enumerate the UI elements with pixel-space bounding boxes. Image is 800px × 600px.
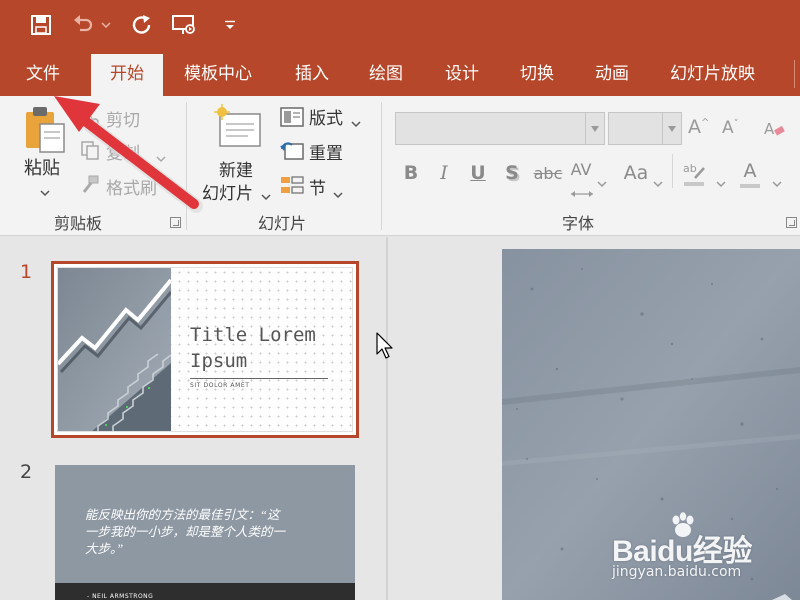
slide1-subtitle: SIT DOLOR AMET bbox=[190, 382, 250, 389]
bold-button[interactable]: B bbox=[403, 162, 419, 184]
slide-number: 1 bbox=[20, 261, 33, 283]
section-button[interactable]: 节 bbox=[309, 174, 326, 199]
slide-thumbnail-pane: 1 Title Lorem Ipsum SIT DOLOR AMET 2 能反映… bbox=[0, 237, 386, 600]
undo-icon[interactable] bbox=[70, 10, 96, 40]
font-size-dropdown-icon[interactable] bbox=[662, 113, 681, 144]
font-size-combobox[interactable] bbox=[608, 112, 682, 145]
highlight-dropdown-icon[interactable] bbox=[716, 173, 726, 192]
tab-template-center[interactable]: 模板中心 bbox=[184, 52, 252, 96]
ribbon-home: 粘贴 剪切 复制 格式刷 剪贴板 新建 幻灯片 版式 重置 节 幻灯片 A^ A… bbox=[0, 96, 800, 236]
tab-draw[interactable]: 绘图 bbox=[369, 52, 403, 96]
underline-button[interactable]: U bbox=[469, 162, 487, 184]
watermark-url: jingyan.baidu.com bbox=[612, 564, 742, 580]
redo-icon[interactable] bbox=[126, 10, 156, 40]
save-icon[interactable] bbox=[26, 10, 56, 40]
group-separator bbox=[186, 102, 187, 230]
slides-group-label: 幻灯片 bbox=[258, 214, 307, 233]
reset-icon bbox=[280, 141, 304, 165]
svg-text:A: A bbox=[764, 120, 775, 138]
tab-transitions[interactable]: 切换 bbox=[520, 52, 554, 96]
clipboard-launcher-icon[interactable] bbox=[170, 217, 181, 228]
format-painter-icon bbox=[80, 175, 100, 199]
slide1-title-line1: Title Lorem bbox=[190, 324, 316, 346]
font-launcher-icon[interactable] bbox=[786, 217, 797, 228]
font-group-label: 字体 bbox=[562, 214, 595, 233]
font-color-button[interactable]: A bbox=[740, 160, 760, 182]
layout-icon bbox=[280, 107, 304, 131]
mouse-cursor-icon bbox=[376, 332, 393, 359]
strikethrough-button[interactable]: abc bbox=[533, 164, 563, 183]
spacing-dropdown-icon[interactable] bbox=[597, 173, 607, 192]
slide2-quote: 能反映出你的方法的最佳引文：“这 一步我的一小步，却是整个人类的一 大步。” bbox=[85, 507, 335, 558]
slide2-quote-line2: 一步我的一小步，却是整个人类的一 bbox=[85, 525, 286, 539]
font-color-swatch bbox=[740, 184, 760, 188]
slide1-title-rule bbox=[190, 378, 328, 379]
change-case-dropdown-icon[interactable] bbox=[653, 173, 663, 192]
cut-icon bbox=[80, 107, 100, 131]
layout-dropdown-icon[interactable] bbox=[351, 113, 361, 132]
tab-design[interactable]: 设计 bbox=[445, 52, 479, 96]
format-painter-button[interactable]: 格式刷 bbox=[106, 174, 157, 199]
slide1-title: Title Lorem Ipsum bbox=[190, 322, 316, 374]
tab-slideshow[interactable]: 幻灯片放映 bbox=[670, 52, 755, 96]
slide-number: 2 bbox=[20, 461, 33, 483]
ribbon-tabs: 文件 开始 模板中心 插入 绘图 设计 切换 动画 幻灯片放映 bbox=[0, 52, 800, 96]
paste-icon[interactable] bbox=[22, 104, 68, 154]
section-dropdown-icon[interactable] bbox=[333, 184, 343, 203]
stairs-graph-image bbox=[58, 268, 171, 431]
slide2-quote-line3: 大步。” bbox=[85, 542, 124, 556]
tab-overflow-divider bbox=[794, 60, 795, 88]
font-name-combobox[interactable] bbox=[395, 112, 605, 145]
copy-button[interactable]: 复制 bbox=[106, 139, 140, 164]
paste-dropdown-icon[interactable] bbox=[40, 182, 50, 201]
layout-button[interactable]: 版式 bbox=[309, 104, 343, 129]
reset-button[interactable]: 重置 bbox=[309, 139, 343, 164]
change-case-button[interactable]: Aa bbox=[621, 162, 651, 184]
decrease-font-size-icon[interactable]: A˅ bbox=[722, 118, 739, 138]
slide-thumbnail-2[interactable]: 能反映出你的方法的最佳引文：“这 一步我的一小步，却是整个人类的一 大步。” -… bbox=[55, 465, 355, 600]
font-color-dropdown-icon[interactable] bbox=[772, 173, 782, 192]
tab-home[interactable]: 开始 bbox=[91, 54, 163, 96]
italic-button[interactable]: I bbox=[436, 162, 452, 184]
copy-icon bbox=[80, 140, 100, 164]
slide-thumbnail-1[interactable]: Title Lorem Ipsum SIT DOLOR AMET bbox=[51, 261, 359, 438]
shadow-button[interactable]: S bbox=[503, 162, 521, 184]
clear-formatting-icon[interactable]: A bbox=[762, 118, 786, 144]
clipboard-group-label: 剪贴板 bbox=[54, 214, 103, 233]
spacing-arrow-icon bbox=[570, 182, 594, 201]
new-slide-button[interactable]: 幻灯片 bbox=[202, 179, 253, 204]
cut-button[interactable]: 剪切 bbox=[106, 106, 140, 131]
slideshow-icon[interactable] bbox=[168, 10, 200, 40]
undo-dropdown-icon[interactable] bbox=[98, 10, 114, 40]
section-icon bbox=[280, 176, 304, 200]
tab-file[interactable]: 文件 bbox=[26, 52, 60, 96]
font-name-dropdown-icon[interactable] bbox=[585, 113, 604, 144]
paste-button[interactable]: 粘贴 bbox=[24, 154, 60, 180]
copy-dropdown-icon[interactable] bbox=[156, 148, 166, 167]
slide2-quote-line1: 能反映出你的方法的最佳引文：“这 bbox=[85, 508, 280, 522]
increase-font-size-icon[interactable]: A^ bbox=[688, 116, 709, 138]
slide1-title-line2: Ipsum bbox=[190, 350, 248, 372]
tab-insert[interactable]: 插入 bbox=[295, 52, 329, 96]
character-spacing-button[interactable]: AV bbox=[569, 160, 593, 179]
new-slide-label-line1[interactable]: 新建 bbox=[219, 156, 253, 181]
customize-dropdown-icon[interactable] bbox=[220, 10, 240, 40]
highlight-icon[interactable]: ab bbox=[682, 160, 708, 192]
new-slide-dropdown-icon[interactable] bbox=[261, 186, 271, 205]
title-bar bbox=[0, 0, 800, 52]
svg-text:ab: ab bbox=[683, 162, 697, 175]
tab-animations[interactable]: 动画 bbox=[595, 52, 629, 96]
group-separator bbox=[381, 102, 382, 230]
slide2-author: - NEIL ARMSTRONG bbox=[87, 593, 154, 600]
font-divider bbox=[672, 154, 673, 188]
new-slide-icon[interactable] bbox=[212, 104, 264, 154]
